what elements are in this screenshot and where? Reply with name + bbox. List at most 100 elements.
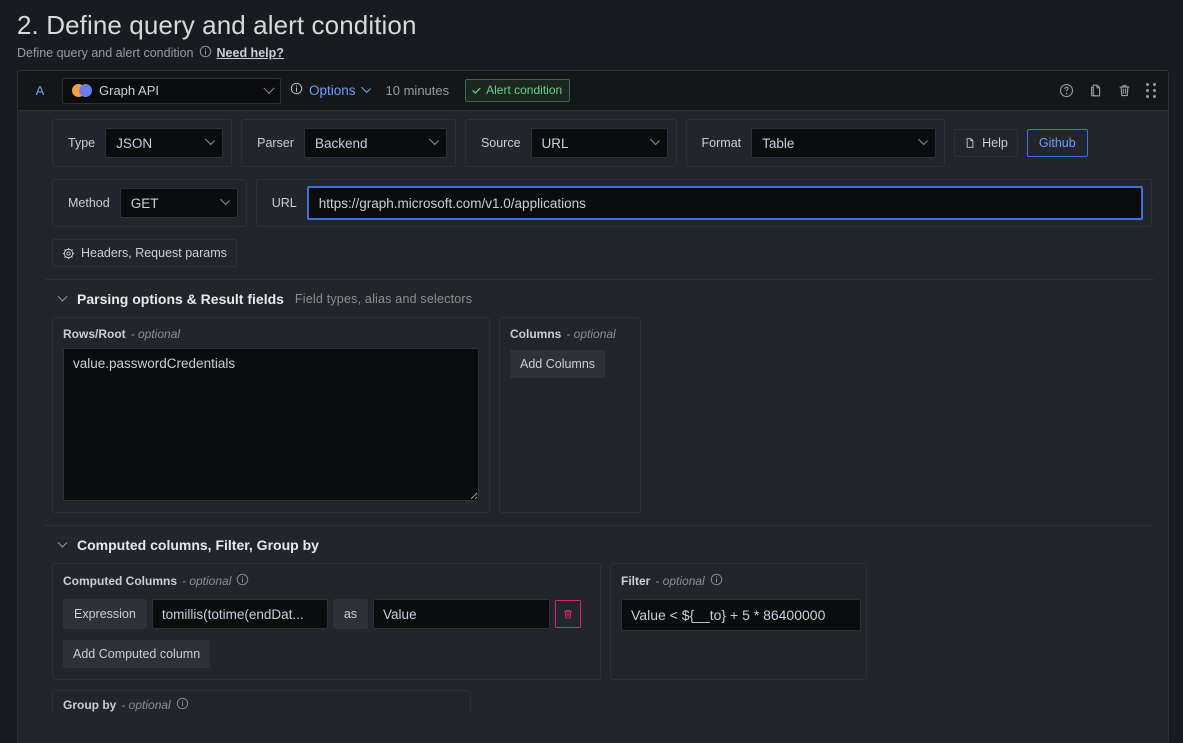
query-header-actions (1059, 83, 1156, 98)
query-options-toggle[interactable]: Options (309, 83, 356, 98)
info-circle-icon (710, 573, 723, 589)
add-computed-column-label: Add Computed column (73, 647, 201, 661)
alias-input[interactable]: Value (373, 599, 551, 629)
filter-panel: Filter - optional Value < ${__to} + 5 * … (610, 563, 867, 680)
source-label: Source (480, 136, 521, 150)
type-label: Type (68, 136, 96, 150)
group-by-panel: Group by - optional (52, 690, 471, 712)
columns-panel: Columns - optional Add Columns (499, 317, 641, 513)
delete-computed-column-button[interactable] (555, 600, 582, 628)
format-select[interactable]: Table (751, 128, 937, 158)
filter-label-row: Filter - optional (621, 573, 856, 589)
query-ref-id[interactable]: A (18, 83, 62, 98)
chevron-down-icon (918, 135, 929, 146)
expression-input[interactable]: tomillis(totime(endDat... (151, 599, 328, 629)
type-field-group: Type JSON (52, 119, 233, 167)
parsing-options-section: Parsing options & Result fields Field ty… (45, 279, 1154, 513)
rows-root-label-row: Rows/Root - optional (63, 327, 479, 341)
computed-columns-panel: Computed Columns - optional Expression t… (52, 563, 601, 680)
chevron-down-icon (57, 537, 68, 548)
url-value: https://graph.microsoft.com/v1.0/applica… (318, 195, 586, 211)
query-options-row-1: Type JSON Parser Backend Source URL Form… (18, 119, 1168, 167)
columns-optional: - optional (566, 327, 616, 341)
parsing-options-header[interactable]: Parsing options & Result fields Field ty… (45, 280, 1154, 317)
group-by-label-row: Group by - optional (63, 697, 460, 712)
help-button[interactable]: Help (954, 129, 1018, 157)
method-select[interactable]: GET (119, 188, 238, 218)
datasource-name: Graph API (99, 83, 159, 98)
check-icon (472, 87, 481, 94)
columns-label-row: Columns - optional (510, 327, 616, 341)
computed-columns-section: Computed columns, Filter, Group by Compu… (45, 525, 1154, 712)
trash-icon[interactable] (1117, 83, 1132, 98)
parser-select[interactable]: Backend (303, 128, 447, 158)
add-columns-button[interactable]: Add Columns (510, 350, 606, 378)
info-circle-icon (236, 573, 249, 589)
page-title: 2. Define query and alert condition (17, 10, 417, 40)
computed-columns-optional: - optional (182, 574, 232, 588)
chevron-down-icon (360, 82, 371, 93)
query-editor-body: Type JSON Parser Backend Source URL Form… (18, 111, 1168, 712)
alert-condition-label: Alert condition (486, 83, 563, 97)
headers-request-params-button[interactable]: Headers, Request params (52, 239, 237, 267)
group-by-optional: - optional (121, 698, 171, 712)
computed-columns-label: Computed Columns (63, 574, 177, 588)
format-label: Format (701, 136, 742, 150)
page-subtitle-row: Define query and alert condition Need he… (17, 45, 1183, 61)
alert-condition-badge[interactable]: Alert condition (465, 79, 571, 102)
alerting-define-query-page: 2. Define query and alert condition Defi… (0, 0, 1183, 743)
source-field-group: Source URL (464, 119, 677, 167)
type-select[interactable]: JSON (105, 128, 224, 158)
source-value: URL (541, 135, 569, 151)
rows-root-textarea[interactable] (63, 348, 479, 501)
page-subtitle: Define query and alert condition (17, 46, 194, 60)
info-circle-icon (176, 697, 189, 712)
rows-root-optional: - optional (130, 327, 181, 341)
headers-button-label: Headers, Request params (81, 246, 227, 260)
rows-root-panel: Rows/Root - optional (52, 317, 490, 513)
drag-handle-icon[interactable] (1146, 83, 1156, 98)
help-icon[interactable] (1059, 83, 1074, 98)
file-doc-icon (966, 138, 974, 148)
method-field-group: Method GET (52, 179, 247, 227)
github-button-label: Github (1038, 136, 1076, 150)
query-interval: 10 minutes (385, 83, 450, 98)
query-options-row-2: Method GET URL https://graph.microsoft.c… (18, 167, 1168, 227)
method-label: Method (68, 196, 110, 210)
group-by-label: Group by (63, 698, 117, 712)
url-label: URL (271, 196, 297, 210)
query-header-row: A Graph API Options 10 minutes Alert con… (18, 71, 1168, 111)
filter-input[interactable]: Value < ${__to} + 5 * 86400000 (621, 599, 861, 631)
computed-columns-title: Computed columns, Filter, Group by (77, 537, 319, 553)
as-tag: as (332, 599, 369, 629)
copy-icon[interactable] (1088, 83, 1103, 98)
format-field-group: Format Table (685, 119, 946, 167)
datasource-picker[interactable]: Graph API (62, 77, 281, 104)
chevron-down-icon (428, 135, 439, 146)
chevron-down-icon (649, 135, 660, 146)
chevron-down-icon (219, 195, 230, 206)
query-options-group: Options 10 minutes (290, 82, 449, 100)
query-editor-panel: A Graph API Options 10 minutes Alert con… (17, 70, 1169, 743)
add-computed-column-button[interactable]: Add Computed column (63, 640, 211, 668)
filter-label: Filter (621, 574, 651, 588)
parser-field-group: Parser Backend (241, 119, 456, 167)
info-circle-icon (199, 45, 212, 61)
computed-columns-header[interactable]: Computed columns, Filter, Group by (45, 526, 1154, 563)
parsing-options-description: Field types, alias and selectors (294, 292, 473, 306)
github-button[interactable]: Github (1026, 129, 1088, 157)
computed-columns-label-row: Computed Columns - optional (63, 573, 590, 589)
type-value: JSON (116, 135, 153, 151)
help-button-label: Help (982, 136, 1008, 150)
need-help-link[interactable]: Need help? (217, 46, 284, 60)
parser-value: Backend (314, 135, 368, 151)
method-value: GET (130, 195, 159, 211)
url-input[interactable]: https://graph.microsoft.com/v1.0/applica… (306, 186, 1143, 220)
info-circle-icon (290, 82, 303, 100)
chevron-down-icon (205, 135, 216, 146)
format-value: Table (762, 135, 795, 151)
infinity-datasource-icon (72, 84, 92, 97)
gear-icon (62, 247, 75, 259)
filter-optional: - optional (655, 574, 705, 588)
source-select[interactable]: URL (530, 128, 668, 158)
